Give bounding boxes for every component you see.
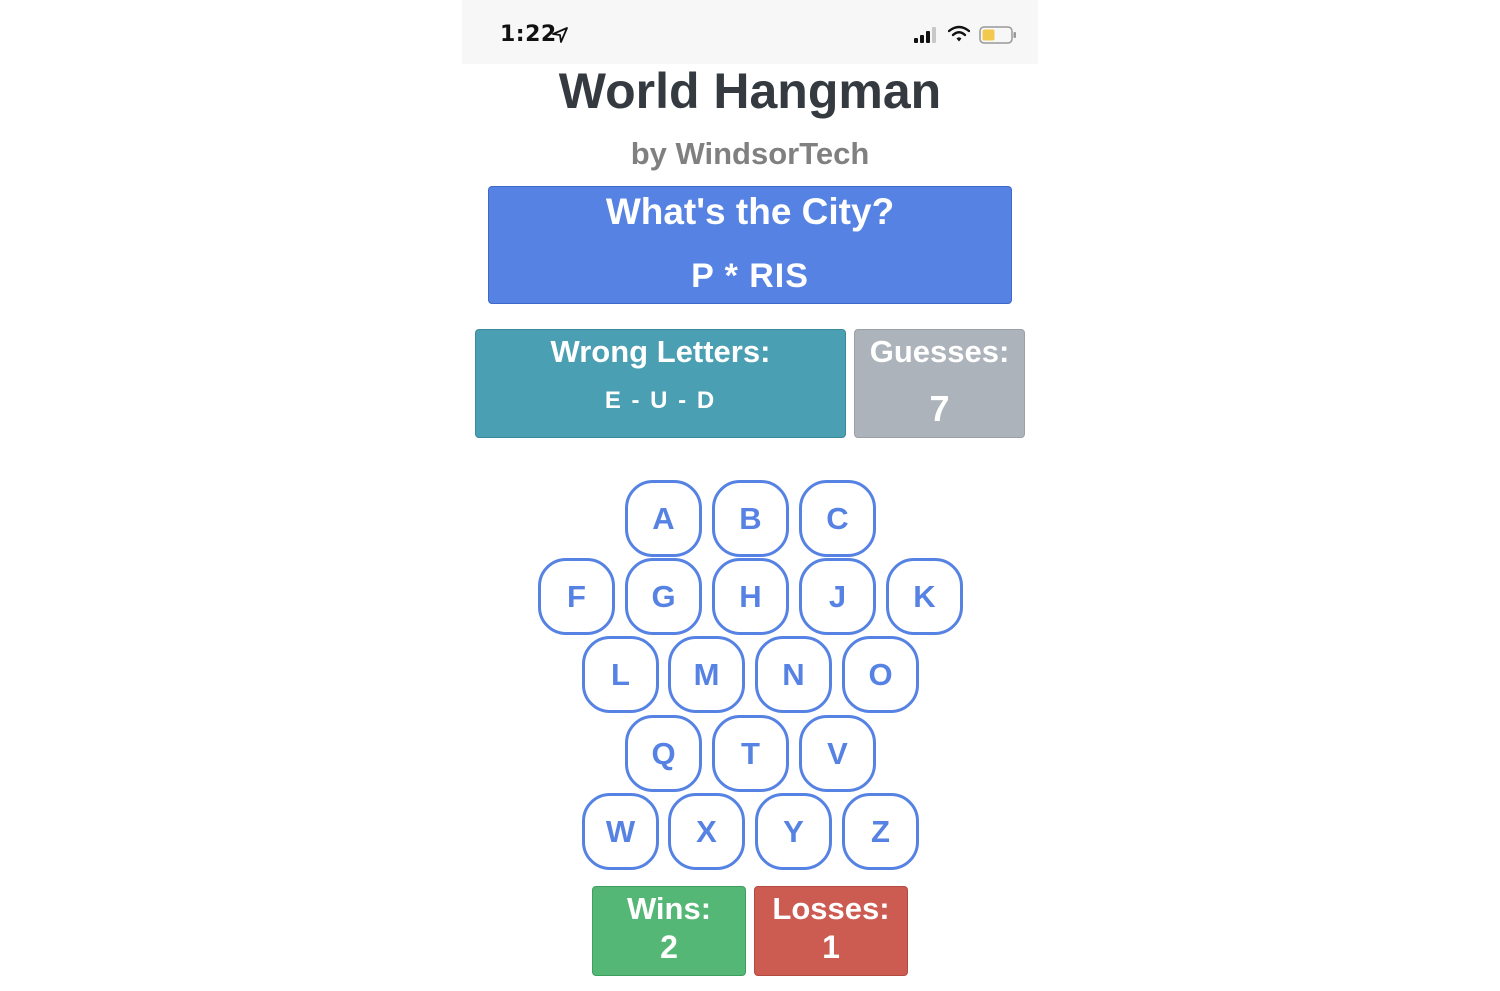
guesses-label: Guesses: [869,334,1010,369]
location-arrow-icon [552,27,568,43]
status-bar: 1:22 [462,0,1038,64]
puzzle-word: P * RIS [691,257,809,295]
letter-key-j[interactable]: J [799,558,876,635]
letter-key-x[interactable]: X [668,793,745,870]
letter-key-f[interactable]: F [538,558,615,635]
letter-key-w[interactable]: W [582,793,659,870]
wins-value: 2 [660,929,678,965]
letter-key-m[interactable]: M [668,636,745,713]
letter-key-o[interactable]: O [842,636,919,713]
letter-key-v[interactable]: V [799,715,876,792]
wins-card: Wins: 2 [592,886,746,976]
wrong-letters-card: Wrong Letters: E - U - D [475,329,846,438]
losses-label: Losses: [772,891,890,926]
letter-key-k[interactable]: K [886,558,963,635]
battery-icon [979,26,1016,44]
puzzle-question: What's the City? [605,191,895,232]
puzzle-card: What's the City? P * RIS [488,186,1012,304]
losses-card: Losses: 1 [754,886,908,976]
letter-key-t[interactable]: T [712,715,789,792]
letter-key-a[interactable]: A [625,480,702,557]
app-screen: 1:22 World Hangman by WindsorTech What's… [462,0,1038,991]
letter-key-c[interactable]: C [799,480,876,557]
letter-key-z[interactable]: Z [842,793,919,870]
letter-key-q[interactable]: Q [625,715,702,792]
losses-value: 1 [822,929,840,965]
letter-key-g[interactable]: G [625,558,702,635]
wifi-icon [948,25,970,42]
wrong-letters-label: Wrong Letters: [550,334,771,369]
guesses-value: 7 [929,388,950,429]
letter-key-b[interactable]: B [712,480,789,557]
signal-icon [914,27,936,43]
status-time: 1:22 [500,22,557,47]
letter-key-h[interactable]: H [712,558,789,635]
wrong-letters-value: E - U - D [604,387,717,414]
wins-label: Wins: [626,891,712,926]
page-title: World Hangman [558,63,942,119]
letter-key-l[interactable]: L [582,636,659,713]
byline: by WindsorTech [630,136,870,171]
guesses-card: Guesses: 7 [854,329,1025,438]
letter-key-n[interactable]: N [755,636,832,713]
letter-key-y[interactable]: Y [755,793,832,870]
